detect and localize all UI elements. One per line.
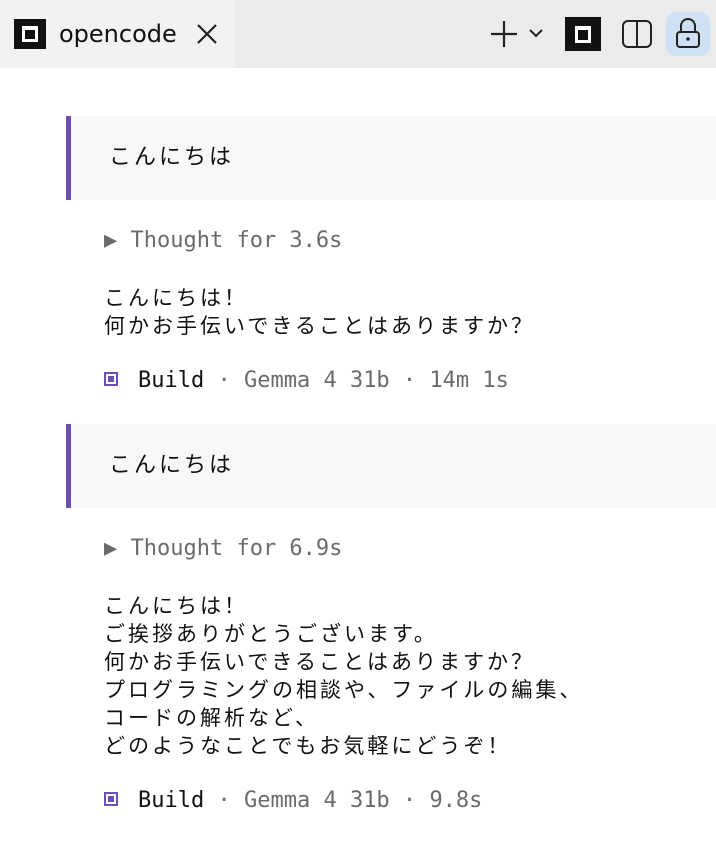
thought-toggle[interactable]: ▶ Thought for 6.9s bbox=[104, 534, 342, 564]
agent-name: Build bbox=[138, 368, 205, 393]
reply-line: ご挨拶ありがとうございます。 bbox=[104, 622, 438, 646]
agent-name: Build bbox=[138, 788, 205, 813]
split-view-icon[interactable] bbox=[616, 14, 658, 54]
model-name: Gemma 4 31b bbox=[243, 368, 390, 393]
tab-opencode[interactable]: opencode bbox=[0, 0, 235, 68]
plus-icon bbox=[491, 21, 517, 47]
tab-title: opencode bbox=[59, 20, 177, 48]
thought-toggle[interactable]: ▶ Thought for 3.6s bbox=[104, 226, 342, 256]
message-meta: Build · Gemma 4 31b · 9.8s bbox=[104, 786, 482, 816]
user-message: こんにちは bbox=[66, 116, 716, 200]
reply-line: 何かお手伝いできることはありますか？ bbox=[104, 314, 535, 338]
conversation: こんにちは ▶ Thought for 3.6s こんにちは！ 何かお手伝いでき… bbox=[0, 68, 716, 860]
tab-bar: opencode bbox=[0, 0, 716, 68]
assistant-reply: こんにちは！ ご挨拶ありがとうございます。 何かお手伝いできることはありますか？… bbox=[104, 592, 583, 760]
reply-line: どのようなことでもお気軽にどうぞ！ bbox=[104, 734, 512, 758]
close-icon[interactable] bbox=[193, 20, 221, 48]
assistant-reply: こんにちは！ 何かお手伝いできることはありますか？ bbox=[104, 284, 535, 340]
opencode-logo-icon bbox=[14, 19, 46, 49]
user-message-text: こんにちは bbox=[109, 453, 235, 478]
message-meta: Build · Gemma 4 31b · 14m 1s bbox=[104, 366, 509, 396]
model-name: Gemma 4 31b bbox=[243, 788, 390, 813]
reply-line: こんにちは！ bbox=[104, 286, 248, 310]
lock-icon[interactable] bbox=[666, 12, 710, 56]
user-message-text: こんにちは bbox=[109, 145, 235, 170]
new-tab-button[interactable] bbox=[490, 14, 550, 54]
reply-line: 何かお手伝いできることはありますか？ bbox=[104, 650, 535, 674]
agent-square-icon bbox=[104, 372, 118, 386]
reply-line: こんにちは！ bbox=[104, 594, 248, 618]
reply-line: プログラミングの相談や、ファイルの編集、 bbox=[104, 678, 584, 702]
opencode-logo-icon[interactable] bbox=[565, 17, 601, 51]
agent-square-icon bbox=[104, 792, 118, 806]
duration: 9.8s bbox=[429, 788, 483, 813]
user-message: こんにちは bbox=[66, 424, 716, 508]
duration: 14m 1s bbox=[429, 368, 509, 393]
reply-line: コードの解析など、 bbox=[104, 706, 319, 730]
chevron-down-icon bbox=[529, 29, 543, 38]
